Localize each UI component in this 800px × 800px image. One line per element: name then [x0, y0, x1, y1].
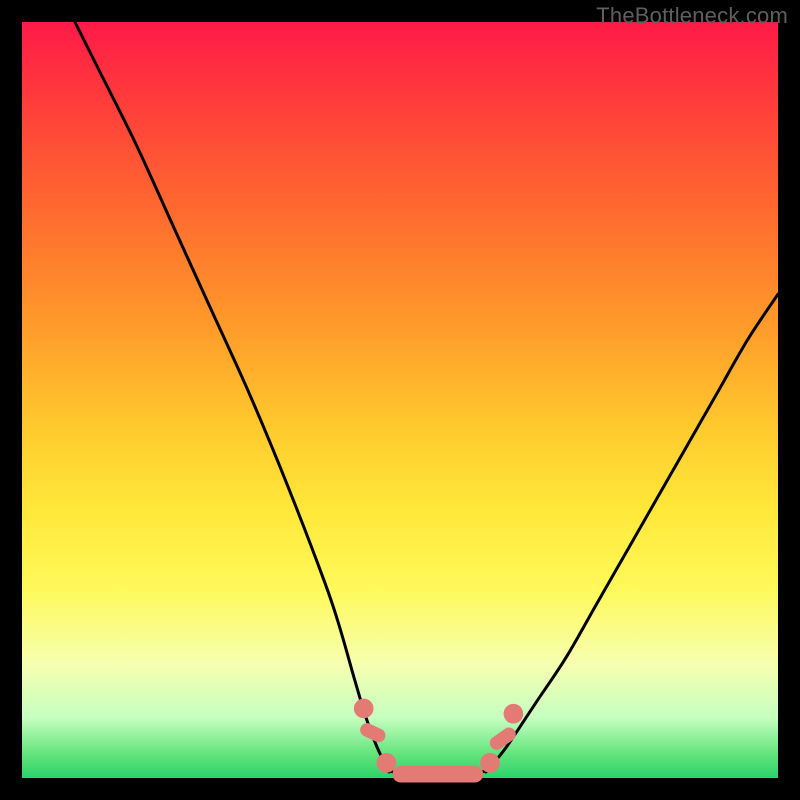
marker-dot-0 — [354, 699, 374, 719]
chart-svg — [22, 22, 778, 778]
plot-area — [22, 22, 778, 778]
marker-pill-1 — [358, 721, 388, 745]
marker-pill-3 — [392, 766, 483, 783]
marker-dot-2 — [377, 753, 397, 773]
marker-group — [354, 699, 523, 783]
curve-group — [75, 22, 778, 775]
marker-dot-6 — [504, 704, 524, 724]
bottleneck-curve — [75, 22, 778, 775]
marker-dot-4 — [480, 753, 500, 773]
outer-frame: TheBottleneck.com — [0, 0, 800, 800]
marker-pill-5 — [487, 725, 518, 753]
watermark-text: TheBottleneck.com — [596, 3, 788, 29]
